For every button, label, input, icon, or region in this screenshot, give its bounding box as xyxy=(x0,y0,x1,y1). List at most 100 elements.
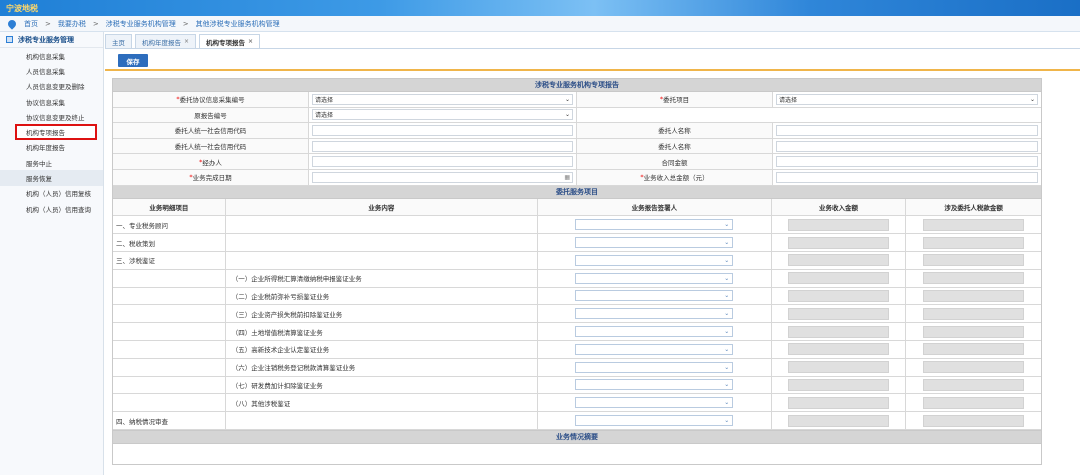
breadcrumb-home[interactable]: 首页 xyxy=(24,19,38,29)
close-icon[interactable]: × xyxy=(248,38,253,45)
income-total-input[interactable] xyxy=(776,171,1038,183)
signer-select[interactable]: ⌄ xyxy=(575,254,734,266)
tax-amount-field[interactable] xyxy=(923,307,1025,320)
summary-area[interactable] xyxy=(113,443,1041,464)
tax-amount-field[interactable] xyxy=(923,343,1025,356)
tax-amount-field[interactable] xyxy=(923,254,1025,267)
client-name-input[interactable] xyxy=(776,124,1038,136)
signer-select[interactable]: ⌄ xyxy=(575,361,734,373)
tab-home[interactable]: 主页 xyxy=(105,34,132,48)
income-amount-field[interactable] xyxy=(787,396,889,409)
credit-code-cell xyxy=(309,138,577,154)
sidebar-item-service-resume[interactable]: 服务恢复 xyxy=(0,170,103,186)
signer-cell: ⌄ xyxy=(538,234,772,251)
service-content-cell xyxy=(226,234,539,251)
save-button[interactable]: 保存 xyxy=(118,54,148,67)
contract-amount-cell xyxy=(773,154,1041,169)
income-amount-field[interactable] xyxy=(787,325,889,338)
orig-report-select[interactable]: 请选择 ⌄ xyxy=(312,109,573,121)
income-cell xyxy=(772,376,907,394)
sidebar-item-agreement-change[interactable]: 协议信息变更及终止 xyxy=(0,109,103,124)
tax-amount-field[interactable] xyxy=(923,396,1025,409)
signer-select[interactable]: ⌄ xyxy=(575,397,734,409)
income-amount-field[interactable] xyxy=(787,289,889,302)
completion-date-input[interactable]: ▦ xyxy=(312,171,573,183)
income-amount-field[interactable] xyxy=(787,361,889,374)
client-credit-code-input-2[interactable] xyxy=(312,140,573,152)
signer-select[interactable]: ⌄ xyxy=(575,290,734,302)
client-credit-code-input[interactable] xyxy=(312,124,573,136)
income-cell xyxy=(772,305,907,323)
sidebar-item-credit-review[interactable]: 机构（人员）信用复核 xyxy=(0,186,103,201)
breadcrumb-tax[interactable]: 我要办税 xyxy=(58,19,86,29)
toolbar: 保存 xyxy=(105,48,1080,71)
agreement-no-select[interactable]: 请选择 ⌄ xyxy=(312,93,573,105)
sidebar-item-staff-change[interactable]: 人员信息变更及删除 xyxy=(0,79,103,94)
income-cell xyxy=(772,323,907,340)
tax-cell xyxy=(906,323,1041,340)
tax-amount-field[interactable] xyxy=(923,218,1025,231)
tax-amount-field[interactable] xyxy=(923,414,1025,427)
signer-select[interactable]: ⌄ xyxy=(575,343,734,355)
handler-input[interactable] xyxy=(312,156,573,168)
sidebar-item-staff-info[interactable]: 人员信息采集 xyxy=(0,63,103,78)
income-amount-field[interactable] xyxy=(787,307,889,320)
sidebar-title[interactable]: 涉税专业服务管理 xyxy=(0,32,103,48)
signer-select[interactable]: ⌄ xyxy=(575,326,734,338)
entrust-item-select[interactable]: 请选择 ⌄ xyxy=(776,93,1038,105)
client-name-cell xyxy=(773,123,1041,138)
signer-select[interactable]: ⌄ xyxy=(575,219,734,231)
col-header: 涉及委托人税款金额 xyxy=(906,198,1042,216)
tax-amount-field[interactable] xyxy=(923,378,1025,391)
income-amount-field[interactable] xyxy=(787,414,889,427)
contract-amount-input[interactable] xyxy=(776,156,1038,168)
field-label: * 业务完成日期 xyxy=(113,169,309,185)
signer-select[interactable]: ⌄ xyxy=(575,379,734,391)
breadcrumb-other-agency[interactable]: 其他涉税专业服务机构管理 xyxy=(196,19,280,29)
sidebar-item-service-suspend[interactable]: 服务中止 xyxy=(0,155,103,170)
income-amount-field[interactable] xyxy=(787,218,889,231)
signer-select[interactable]: ⌄ xyxy=(575,415,734,427)
tax-cell xyxy=(906,377,1041,394)
tax-amount-field[interactable] xyxy=(923,325,1025,338)
calendar-icon[interactable]: ▦ xyxy=(564,174,570,181)
tax-cell xyxy=(906,359,1041,376)
sidebar-item-agency-info[interactable]: 机构信息采集 xyxy=(0,48,103,63)
service-item-cell xyxy=(113,394,226,412)
sidebar-item-special-report[interactable]: 机构专项报告 xyxy=(15,124,97,140)
col-header: 业务报告签署人 xyxy=(538,198,772,216)
tab-special-report[interactable]: 机构专项报告 × xyxy=(199,34,261,48)
breadcrumb-agency-mgmt[interactable]: 涉税专业服务机构管理 xyxy=(106,19,176,29)
signer-select[interactable]: ⌄ xyxy=(575,237,734,249)
col-header: 业务内容 xyxy=(225,198,539,216)
close-icon[interactable]: × xyxy=(184,38,189,45)
tab-bar: 主页 机构年度报告 × 机构专项报告 × xyxy=(105,33,263,48)
tax-cell xyxy=(906,288,1041,305)
field-label: 原报告编号 xyxy=(113,107,309,123)
sidebar-item-agreement-info[interactable]: 协议信息采集 xyxy=(0,94,103,109)
sidebar: 涉税专业服务管理 机构信息采集 人员信息采集 人员信息变更及删除 协议信息采集 … xyxy=(0,32,104,475)
income-amount-field[interactable] xyxy=(787,272,889,285)
sidebar-item-annual-report[interactable]: 机构年度报告 xyxy=(0,140,103,155)
service-row: 二、税收策划 ⌄ xyxy=(113,234,1041,252)
tax-amount-field[interactable] xyxy=(923,361,1025,374)
tax-amount-field[interactable] xyxy=(923,272,1025,285)
service-table-body: 一、专业税务顾问 ⌄ 二、税收策划 ⌄ 三、涉税鉴证 ⌄ （一）企业所得税汇算清缴纳税申报鉴… xyxy=(113,216,1041,430)
signer-select[interactable]: ⌄ xyxy=(575,272,734,284)
tax-amount-field[interactable] xyxy=(923,289,1025,302)
sidebar-item-credit-query[interactable]: 机构（人员）信用查询 xyxy=(0,201,103,216)
income-amount-field[interactable] xyxy=(787,343,889,356)
tab-annual-report[interactable]: 机构年度报告 × xyxy=(135,34,197,48)
income-amount-field[interactable] xyxy=(787,254,889,267)
service-item-cell xyxy=(113,287,226,305)
service-content-cell: （六）企业注销税务登记税款清算鉴证业务 xyxy=(226,358,539,376)
tax-amount-field[interactable] xyxy=(923,236,1025,249)
chevron-down-icon: ⌄ xyxy=(1029,95,1035,103)
client-name-input-2[interactable] xyxy=(776,140,1038,152)
income-amount-field[interactable] xyxy=(787,236,889,249)
signer-select[interactable]: ⌄ xyxy=(575,308,734,320)
field-label: * 委托协议信息采集编号 xyxy=(113,92,309,107)
breadcrumb-separator: > xyxy=(92,19,99,28)
breadcrumb-separator: > xyxy=(45,19,51,28)
income-amount-field[interactable] xyxy=(787,378,889,391)
